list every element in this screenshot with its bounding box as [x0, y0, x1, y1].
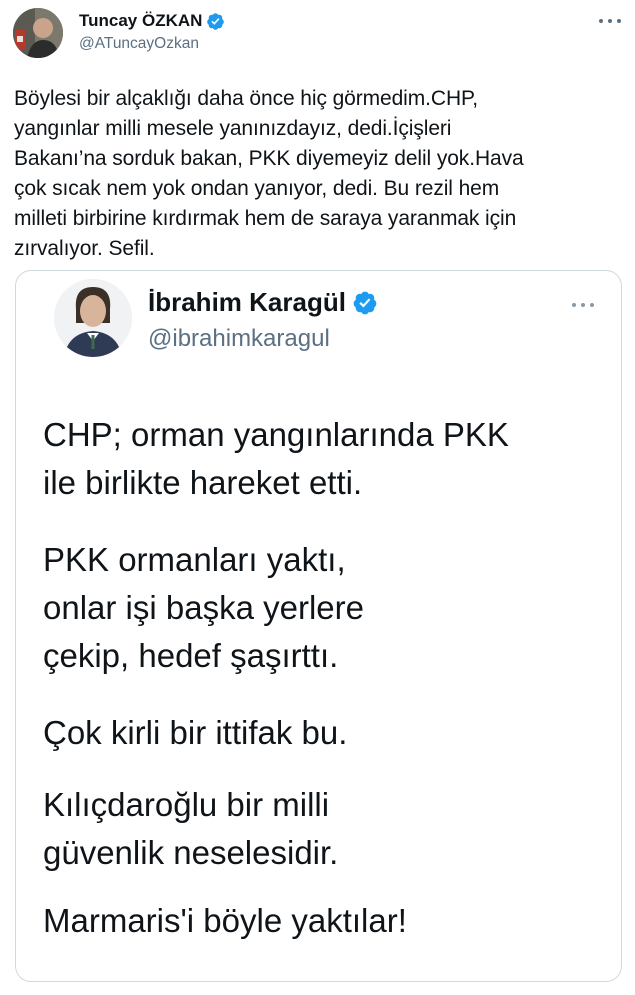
- more-options-icon[interactable]: [572, 301, 594, 309]
- quoted-paragraph: Marmaris'i böyle yaktılar!: [43, 902, 407, 939]
- tweet: Tuncay ÖZKAN @ATuncayOzkan Böylesi bir a…: [0, 0, 635, 995]
- quoted-paragraph: PKK ormanları yaktı, onlar işi başka yer…: [43, 541, 364, 674]
- verified-badge-icon: [207, 12, 225, 30]
- more-dot: [572, 303, 576, 307]
- more-dot: [617, 19, 621, 23]
- quoted-author-handle[interactable]: @ibrahimkaragul: [148, 325, 330, 353]
- author-name[interactable]: Tuncay ÖZKAN: [79, 11, 202, 31]
- quoted-tweet[interactable]: İbrahim Karagül @ibrahimkaragul CHP; orm…: [15, 270, 622, 982]
- quoted-avatar-image: [54, 279, 132, 357]
- quoted-author-name-row[interactable]: İbrahim Karagül: [148, 287, 378, 318]
- author-name-row[interactable]: Tuncay ÖZKAN: [79, 11, 225, 31]
- author-avatar-image: [13, 8, 63, 58]
- quoted-paragraph: CHP; orman yangınlarında PKK ile birlikt…: [43, 416, 509, 501]
- more-dot: [608, 19, 612, 23]
- verified-badge-icon: [353, 291, 377, 314]
- author-avatar[interactable]: [13, 8, 63, 58]
- quoted-author-avatar[interactable]: [54, 279, 132, 357]
- quoted-paragraph: Kılıçdaroğlu bir milli güvenlik neselesi…: [43, 786, 339, 871]
- more-dot: [581, 303, 585, 307]
- more-dot: [599, 19, 603, 23]
- author-handle[interactable]: @ATuncayOzkan: [79, 35, 199, 53]
- quoted-author-name[interactable]: İbrahim Karagül: [148, 287, 346, 318]
- tweet-text: Böylesi bir alçaklığı daha önce hiç görm…: [14, 87, 524, 260]
- quoted-paragraph: Çok kirli bir ittifak bu.: [43, 714, 348, 751]
- more-options-icon[interactable]: [599, 14, 621, 28]
- more-dot: [590, 303, 594, 307]
